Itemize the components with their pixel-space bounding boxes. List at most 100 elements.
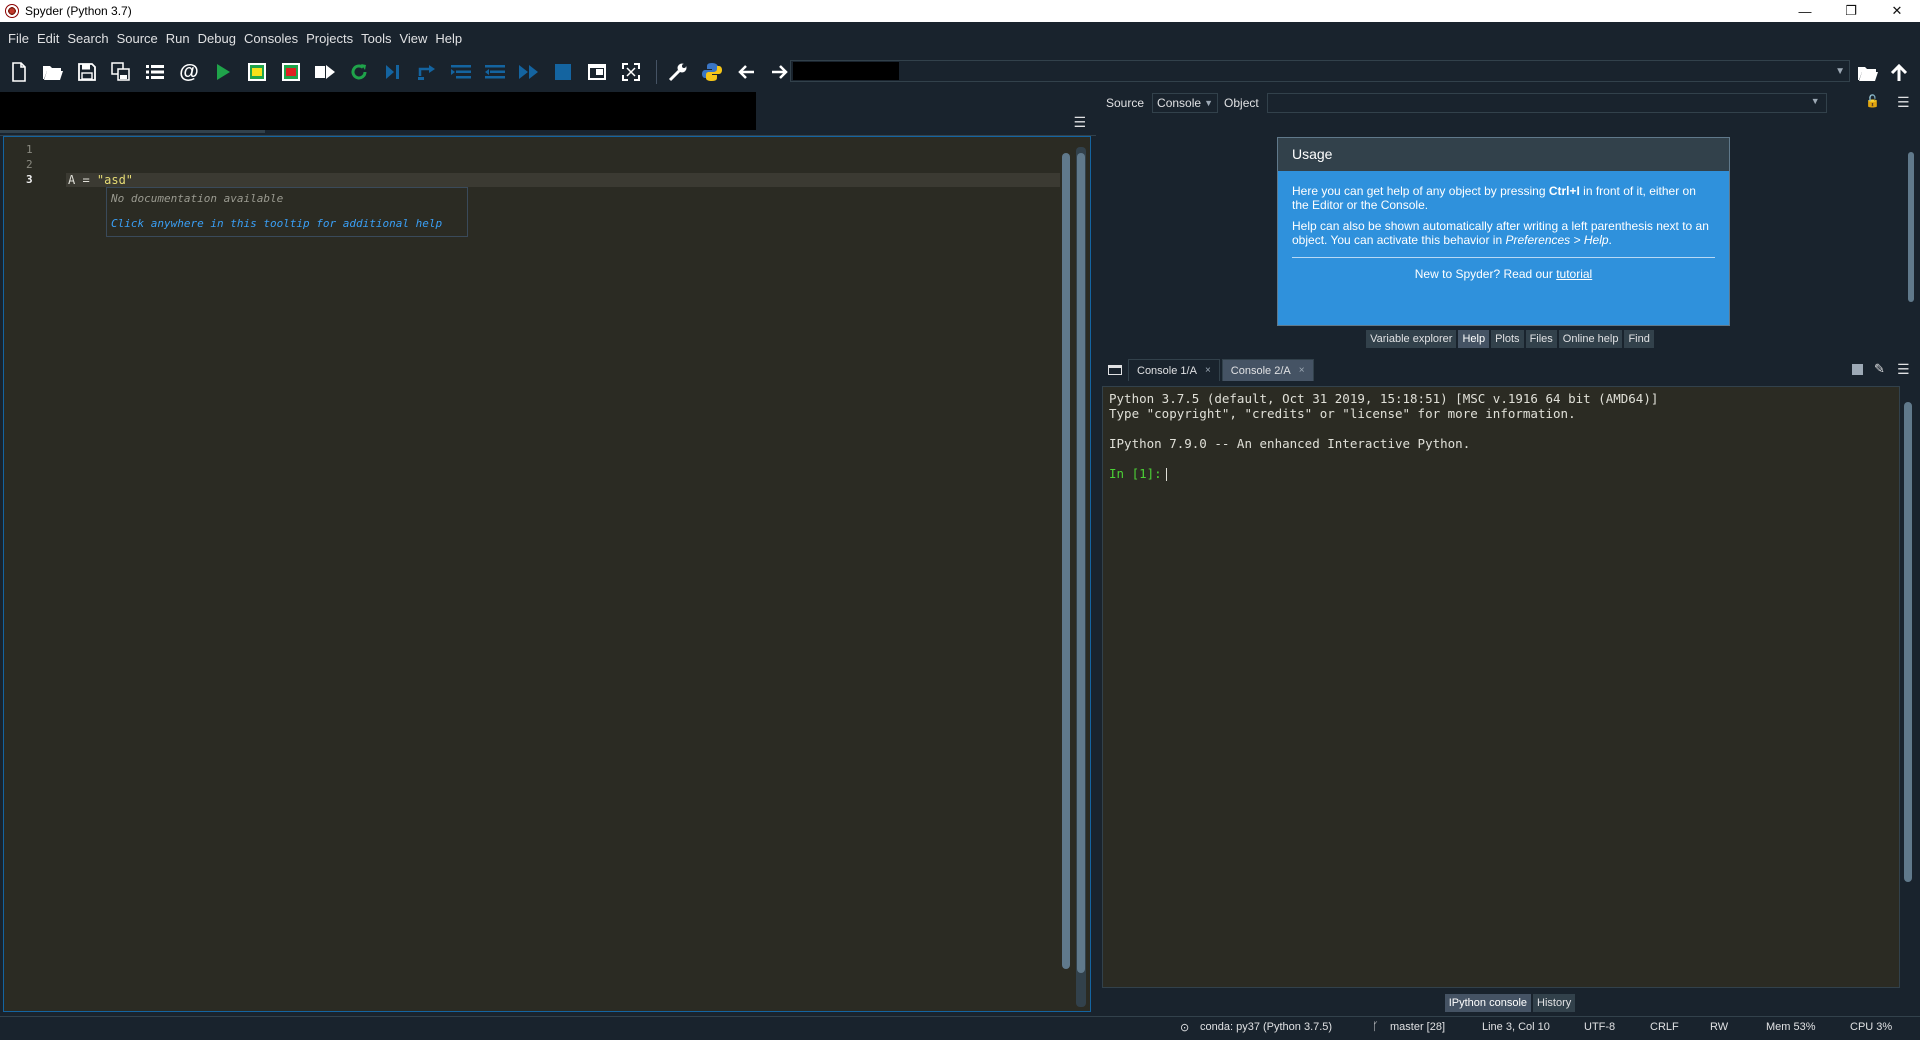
run-selection-icon[interactable] xyxy=(310,57,340,87)
stop-kernel-icon[interactable] xyxy=(1852,364,1863,375)
console-tab-bar: Console 1/A × Console 2/A × xyxy=(1100,356,1920,384)
code-editor[interactable]: 1 2 3 A = "asd" No documentation availab… xyxy=(3,136,1091,1012)
shortcut-key: Ctrl+I xyxy=(1548,184,1580,198)
scrollbar-thumb[interactable] xyxy=(1908,152,1914,302)
help-scrollbar[interactable] xyxy=(1906,138,1916,322)
tab-label: Console 2/A xyxy=(1230,364,1291,377)
rerun-icon[interactable] xyxy=(344,57,374,87)
tooltip-help-link[interactable]: Click anywhere in this tooltip for addit… xyxy=(111,210,463,234)
parent-directory-icon[interactable] xyxy=(1884,58,1914,88)
window-title: Spyder (Python 3.7) xyxy=(25,4,132,18)
usage-paragraph: Here you can get help of any object by p… xyxy=(1292,184,1696,212)
chevron-down-icon: ▼ xyxy=(1810,96,1820,106)
tab-files[interactable]: Files xyxy=(1525,330,1557,348)
tab-find[interactable]: Find xyxy=(1624,330,1654,348)
open-file-icon[interactable] xyxy=(38,57,68,87)
menu-tools[interactable]: Tools xyxy=(357,31,395,46)
redacted-tabs xyxy=(0,92,756,130)
menu-file[interactable]: File xyxy=(4,31,33,46)
line-number: 2 xyxy=(26,158,33,171)
end-of-line: CRLF xyxy=(1650,1021,1679,1033)
tab-console-2[interactable]: Console 2/A × xyxy=(1221,359,1314,382)
fullscreen-icon[interactable] xyxy=(616,57,646,87)
eraser-icon[interactable]: ✎ xyxy=(1874,361,1885,377)
tab-console-1[interactable]: Console 1/A × xyxy=(1128,359,1220,381)
maximize-pane-icon[interactable] xyxy=(582,57,612,87)
console-prompt-line[interactable]: In [1]: xyxy=(1109,466,1893,481)
lock-icon[interactable]: 🔓 xyxy=(1865,94,1880,108)
toolbar-separator xyxy=(656,60,657,84)
menu-projects[interactable]: Projects xyxy=(302,31,357,46)
text-cursor xyxy=(1165,468,1167,481)
close-tab-icon[interactable]: × xyxy=(1205,360,1211,382)
object-input[interactable]: ▼ xyxy=(1266,93,1827,113)
menu-source[interactable]: Source xyxy=(113,31,162,46)
save-icon[interactable] xyxy=(72,57,102,87)
outline-icon[interactable] xyxy=(140,57,170,87)
tab-ipython-console[interactable]: IPython console xyxy=(1444,994,1532,1012)
browse-tabs-icon[interactable] xyxy=(1108,365,1122,375)
current-line-highlight xyxy=(66,173,1060,187)
console-scrollbar[interactable] xyxy=(1902,388,1914,986)
source-label: Source xyxy=(1106,96,1145,110)
title-bar: Spyder (Python 3.7) — ❐ ✕ xyxy=(0,0,1920,22)
continue-icon[interactable] xyxy=(514,57,544,87)
chevron-down-icon[interactable]: ▼ xyxy=(1835,66,1845,77)
tab-help[interactable]: Help xyxy=(1458,330,1490,348)
menu-view[interactable]: View xyxy=(395,31,431,46)
scrollbar-thumb[interactable] xyxy=(1904,402,1912,882)
editor-options-menu-icon[interactable]: ☰ xyxy=(1073,114,1086,131)
menu-help[interactable]: Help xyxy=(431,31,466,46)
menu-run[interactable]: Run xyxy=(162,31,194,46)
editor-scrollbar[interactable] xyxy=(1062,147,1086,1007)
calltip-tooltip[interactable]: No documentation available Click anywher… xyxy=(106,187,468,237)
menu-edit[interactable]: Edit xyxy=(33,31,63,46)
stop-debug-icon[interactable] xyxy=(548,57,578,87)
debug-icon[interactable] xyxy=(378,57,408,87)
browse-directory-icon[interactable] xyxy=(1853,58,1883,88)
tutorial-link[interactable]: tutorial xyxy=(1556,267,1592,281)
code-line[interactable]: A = "asd" xyxy=(68,173,133,187)
save-all-icon[interactable] xyxy=(106,57,136,87)
menu-search[interactable]: Search xyxy=(63,31,112,46)
maximize-button[interactable]: ❐ xyxy=(1828,0,1874,22)
usage-title: Usage xyxy=(1278,138,1729,171)
run-cell-advance-icon[interactable] xyxy=(276,57,306,87)
source-select[interactable]: Console ▼ xyxy=(1152,93,1219,113)
run-icon[interactable] xyxy=(208,57,238,87)
conda-env-icon: ⊙ xyxy=(1180,1022,1190,1034)
help-options-menu-icon[interactable]: ☰ xyxy=(1897,94,1910,111)
minimize-button[interactable]: — xyxy=(1782,0,1828,22)
console-options-menu-icon[interactable]: ☰ xyxy=(1897,361,1910,378)
redacted-path xyxy=(793,62,899,80)
help-toolbar: Source Console ▼ Object ▼ xyxy=(1100,90,1920,116)
tooltip-no-doc-text: No documentation available xyxy=(111,190,463,210)
step-into-icon[interactable] xyxy=(446,57,476,87)
code-text: A = xyxy=(68,173,97,187)
new-file-icon[interactable] xyxy=(4,57,34,87)
step-icon[interactable] xyxy=(412,57,442,87)
close-button[interactable]: ✕ xyxy=(1874,0,1920,22)
spyder-logo-icon xyxy=(5,4,19,18)
tab-history[interactable]: History xyxy=(1533,994,1576,1012)
tab-plots[interactable]: Plots xyxy=(1491,330,1524,348)
run-cell-icon[interactable] xyxy=(242,57,272,87)
usage-paragraph: Help can also be shown automatically aft… xyxy=(1292,219,1709,247)
step-return-icon[interactable] xyxy=(480,57,510,87)
back-arrow-icon[interactable] xyxy=(731,57,761,87)
console-line: Python 3.7.5 (default, Oct 31 2019, 15:1… xyxy=(1109,391,1659,406)
close-tab-icon[interactable]: × xyxy=(1299,360,1305,382)
memory-usage: Mem 53% xyxy=(1766,1021,1816,1033)
at-icon[interactable]: @ xyxy=(174,57,204,87)
console-output[interactable]: Python 3.7.5 (default, Oct 31 2019, 15:1… xyxy=(1102,386,1900,988)
tab-online-help[interactable]: Online help xyxy=(1558,330,1623,348)
menu-debug[interactable]: Debug xyxy=(194,31,240,46)
menu-consoles[interactable]: Consoles xyxy=(240,31,302,46)
menu-bar: File Edit Search Source Run Debug Consol… xyxy=(0,22,1920,54)
python-path-icon[interactable] xyxy=(697,57,727,87)
tab-variable-explorer[interactable]: Variable explorer xyxy=(1366,330,1457,348)
scrollbar-thumb[interactable] xyxy=(1077,153,1085,973)
working-directory-combobox[interactable]: ▼ xyxy=(790,60,1850,82)
preferences-wrench-icon[interactable] xyxy=(663,57,693,87)
